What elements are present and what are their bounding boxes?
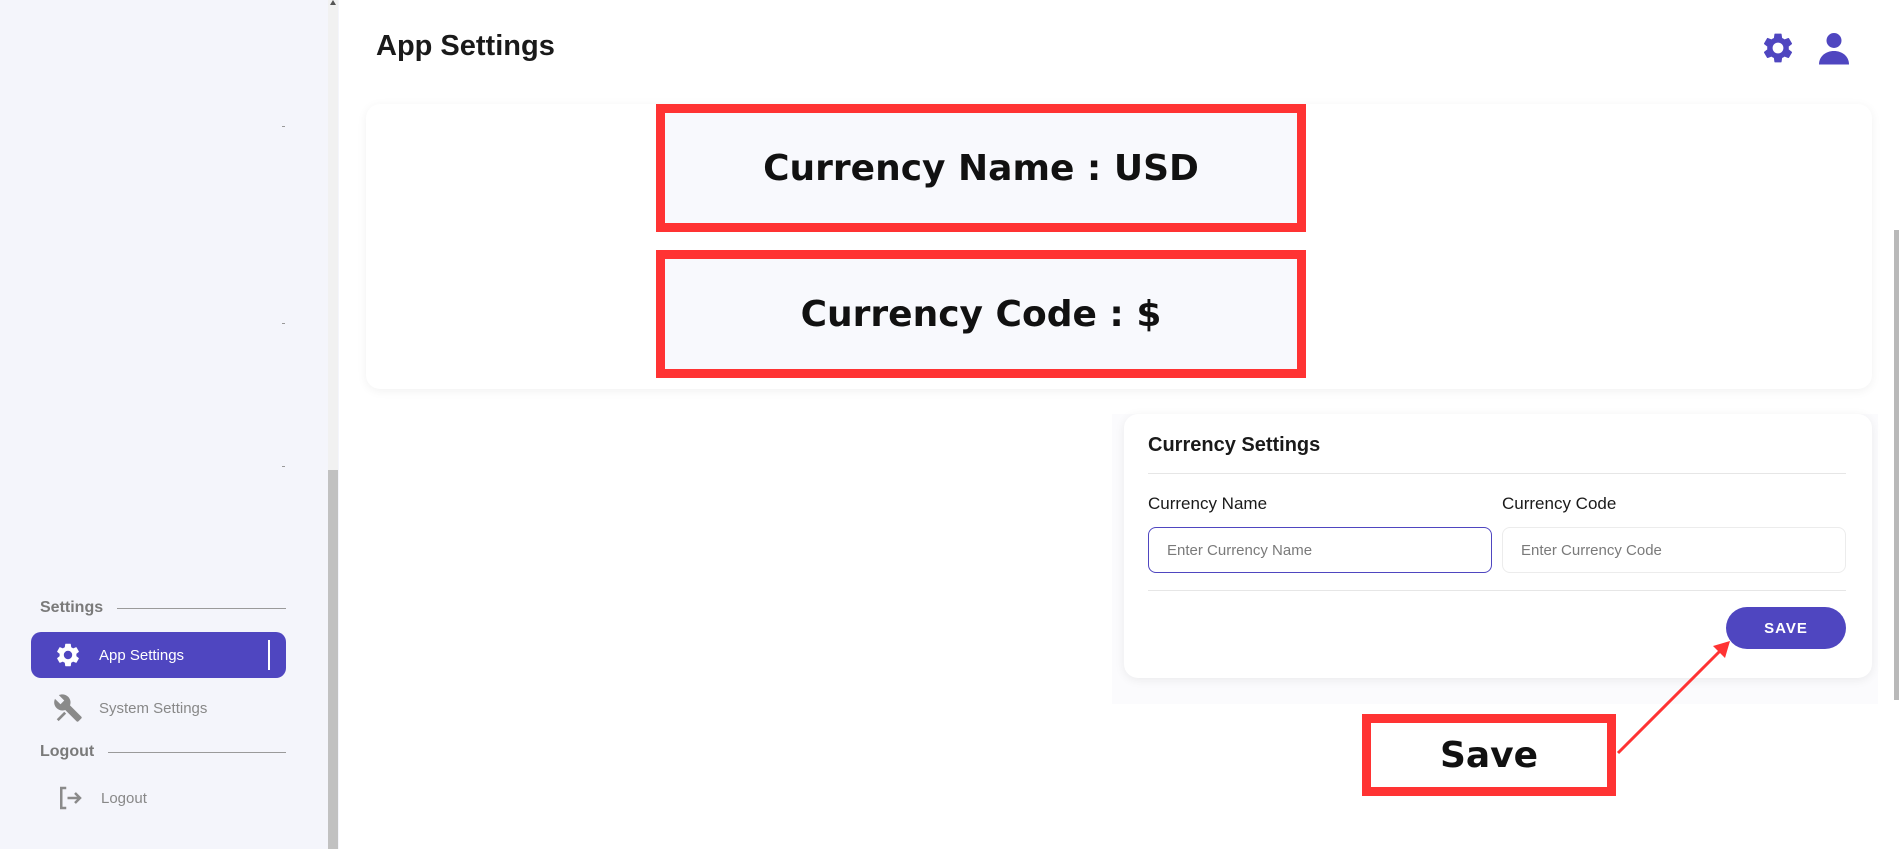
section-heading-label: Logout [40, 743, 95, 760]
page-scrollbar-thumb[interactable] [1894, 230, 1899, 700]
currency-code-label: Currency Code [1502, 494, 1617, 513]
gear-icon [53, 640, 83, 670]
currency-settings-title: Currency Settings [1148, 434, 1321, 456]
section-heading-settings: Settings [40, 598, 286, 618]
card-divider [1148, 473, 1846, 474]
content-lower [360, 704, 1878, 849]
tools-icon [53, 693, 83, 723]
logout-icon [55, 783, 85, 813]
annotation-currency-code: Currency Code : $ [656, 250, 1306, 378]
currency-code-input[interactable] [1502, 527, 1846, 573]
annotation-save: Save [1362, 714, 1616, 796]
gear-icon[interactable] [1760, 30, 1796, 66]
sidebar: Settings App Settings System Settings Lo… [0, 0, 328, 849]
section-divider [117, 607, 286, 609]
save-button[interactable]: SAVE [1726, 607, 1846, 649]
sidebar-scrollbar-thumb[interactable] [328, 470, 338, 849]
annotation-currency-name: Currency Name : USD [656, 104, 1306, 232]
section-heading-logout: Logout [40, 742, 286, 762]
sidebar-marker [282, 323, 285, 324]
section-divider [108, 751, 286, 753]
sidebar-item-label: App Settings [99, 646, 185, 664]
sidebar-item-system-settings[interactable]: System Settings [31, 685, 286, 731]
sidebar-item-label: System Settings [99, 699, 208, 717]
user-icon[interactable] [1816, 30, 1852, 66]
sidebar-item-app-settings[interactable]: App Settings [31, 632, 286, 678]
sidebar-item-label: Logout [101, 789, 147, 807]
sidebar-marker [282, 466, 285, 467]
currency-name-label: Currency Name [1148, 494, 1268, 513]
empty-panel [360, 414, 1112, 704]
scroll-up-arrow-icon[interactable] [330, 0, 336, 5]
active-indicator [268, 640, 270, 670]
sidebar-marker [282, 126, 285, 127]
card-divider [1148, 590, 1846, 591]
page-title: App Settings [376, 30, 555, 62]
section-heading-label: Settings [40, 599, 104, 616]
currency-name-input[interactable] [1148, 527, 1492, 573]
sidebar-item-logout[interactable]: Logout [31, 775, 286, 821]
